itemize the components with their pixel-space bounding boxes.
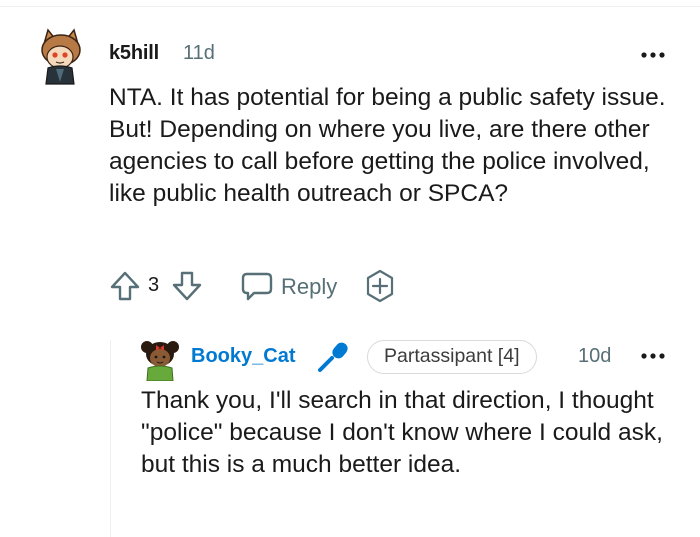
pigtails-avatar-icon xyxy=(141,341,179,382)
comment-body: NTA. It has potential for being a public… xyxy=(109,84,666,207)
reply-body: Thank you, I'll search in that direction… xyxy=(141,387,663,478)
downvote-button[interactable] xyxy=(170,269,204,303)
vote-score: 3 xyxy=(148,274,160,296)
reply-author[interactable]: Booky_Cat xyxy=(191,345,295,368)
reply-avatar[interactable] xyxy=(139,337,181,382)
cat-ears-avatar-icon xyxy=(41,28,81,85)
reply-more-options-button[interactable] xyxy=(640,349,666,361)
thread-line[interactable] xyxy=(110,340,111,537)
award-button[interactable] xyxy=(362,268,398,304)
upvote-button[interactable] xyxy=(108,269,142,303)
top-divider xyxy=(0,6,700,7)
more-options-button[interactable] xyxy=(640,48,666,60)
user-flair: Partassipant [4] xyxy=(367,340,537,374)
comment-bubble-icon xyxy=(241,272,273,301)
upvote-arrow-icon xyxy=(110,271,140,301)
comment-author[interactable]: k5hill xyxy=(109,42,159,65)
op-badge xyxy=(315,341,351,373)
reply-button[interactable]: Reply xyxy=(240,268,350,304)
microphone-icon xyxy=(318,342,348,372)
reply-label: Reply xyxy=(281,274,338,299)
reply-age[interactable]: 10d xyxy=(578,345,611,368)
more-options-icon xyxy=(641,353,665,359)
comment-age[interactable]: 11d xyxy=(183,42,215,65)
avatar[interactable] xyxy=(36,28,86,86)
downvote-arrow-icon xyxy=(172,271,202,301)
more-options-icon xyxy=(641,52,665,58)
award-plus-icon xyxy=(366,269,394,303)
